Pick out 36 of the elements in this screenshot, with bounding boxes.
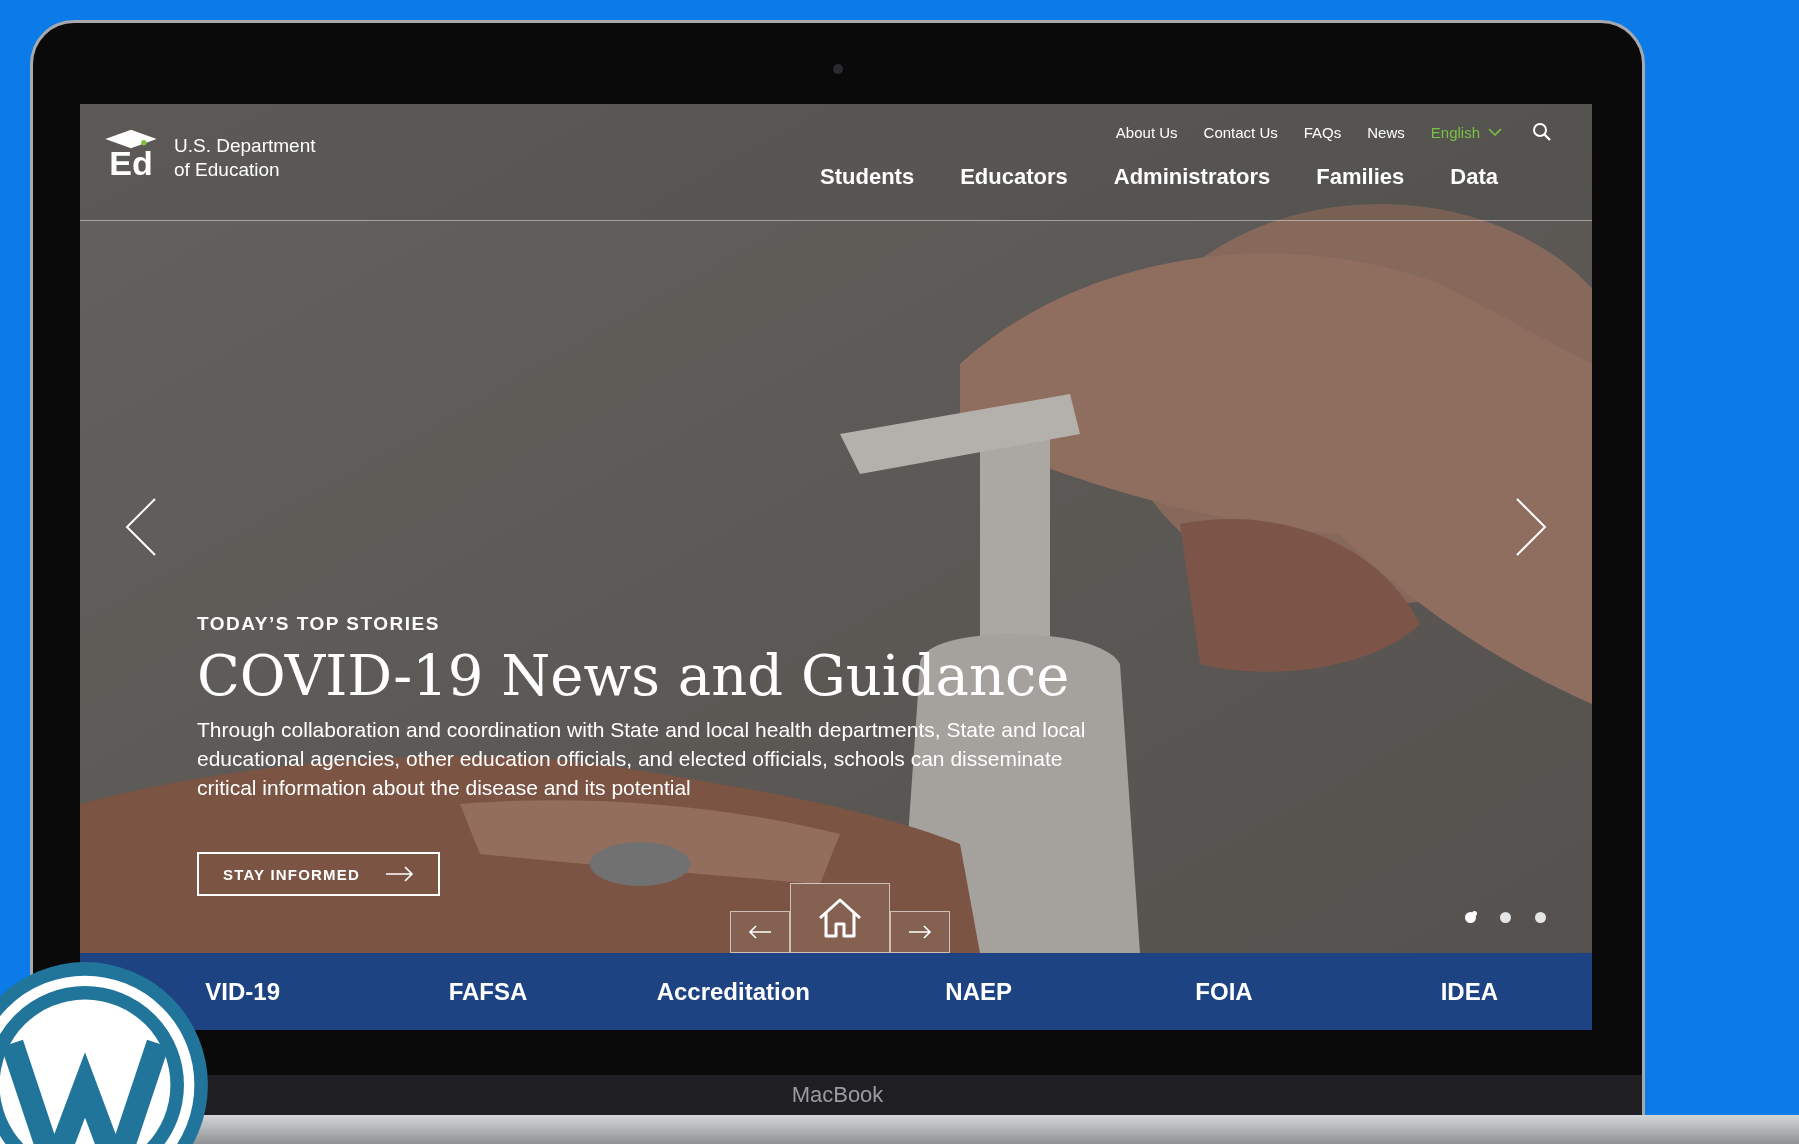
back-arrow-button[interactable] (730, 911, 790, 953)
utility-link[interactable]: FAQs (1303, 123, 1342, 141)
nav-link[interactable]: Educators (960, 164, 1068, 190)
quick-link[interactable]: FOIA (1101, 977, 1347, 1006)
nav-link[interactable]: Families (1316, 164, 1405, 190)
arrow-right-icon (908, 924, 932, 940)
previous-slide-icon[interactable] (125, 497, 157, 557)
chevron-down-icon (1488, 128, 1502, 136)
utility-link[interactable]: Contact Us (1203, 123, 1278, 141)
arrow-left-icon (748, 924, 772, 940)
quick-link[interactable]: VID-19 (120, 977, 366, 1006)
laptop-brand: MacBook (791, 1082, 884, 1108)
home-icon (816, 896, 864, 940)
quick-link[interactable]: IDEA (1346, 977, 1592, 1006)
forward-arrow-button[interactable] (890, 911, 950, 953)
arrow-right-icon (386, 866, 414, 882)
home-button[interactable] (790, 883, 890, 953)
slide-dot[interactable] (1535, 912, 1546, 923)
nav-link[interactable]: Students (820, 164, 915, 190)
next-slide-icon[interactable] (1515, 497, 1547, 557)
quick-link[interactable]: FAFSA (365, 977, 611, 1006)
story-kicker: TODAY’S TOP STORIES (197, 613, 441, 635)
camera-icon (832, 64, 843, 74)
slide-dot[interactable] (1465, 912, 1476, 923)
nav-link[interactable]: Administrators (1113, 164, 1271, 190)
search-icon[interactable] (1532, 122, 1552, 142)
quick-link[interactable]: Accreditation (610, 977, 856, 1006)
slide-dot[interactable] (1500, 912, 1511, 923)
nav-link[interactable]: Data (1450, 164, 1498, 190)
quick-link[interactable]: NAEP (856, 977, 1102, 1006)
utility-link[interactable]: About Us (1115, 123, 1178, 141)
stay-informed-button[interactable]: STAY INFORMED (197, 852, 440, 896)
utility-link[interactable]: News (1367, 123, 1405, 141)
logo-mark: Ed (109, 146, 153, 180)
site-name: U.S. Department (174, 134, 316, 158)
site-name: of Education (174, 158, 281, 182)
